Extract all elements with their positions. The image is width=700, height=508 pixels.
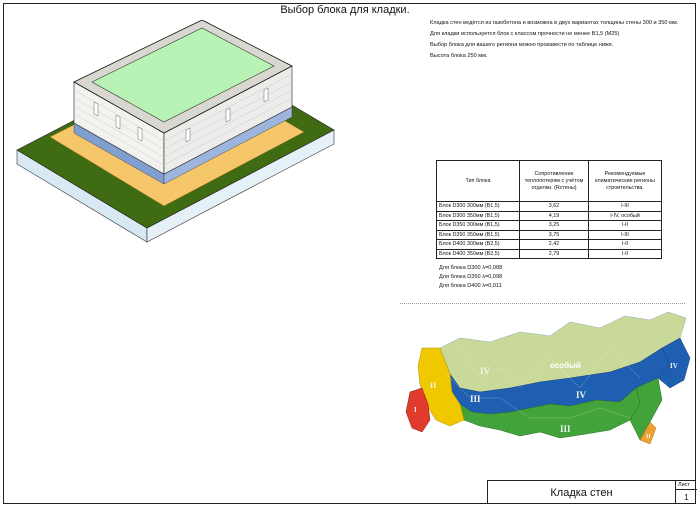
cell-resistance: 3,62 xyxy=(519,201,589,212)
block-selection-table: Тип блока Сопротивление теплопотерям с у… xyxy=(436,160,662,259)
window-opening xyxy=(137,126,143,142)
map-label-3-center: III xyxy=(560,424,571,434)
cell-type: Блок D400 350мм (В2,5) xyxy=(436,248,520,259)
table-row: Блок D350 350мм (В1,5) 3,75 I-III xyxy=(436,229,662,240)
climate-zone-map: особый IV IV IV III III II I II xyxy=(405,311,691,445)
cell-resistance: 3,75 xyxy=(519,229,589,240)
table-header-row: Тип блока Сопротивление теплопотерям с у… xyxy=(436,160,662,202)
note-line: Для кладки используется блок с классом п… xyxy=(430,31,620,37)
page-title: Выбор блока для кладки. xyxy=(280,4,410,16)
map-label-special: особый xyxy=(550,361,581,370)
stamp-sheet-number: 1 xyxy=(676,489,697,504)
cell-type: Блок D350 350мм (В1,5) xyxy=(436,229,520,240)
cell-regions: I-III xyxy=(588,201,662,212)
cell-regions: I-II xyxy=(588,248,662,259)
map-label-2: II xyxy=(430,381,436,390)
stamp-sheet-label: Лист xyxy=(678,482,690,488)
table-row: Блок D350 300мм (В1,5) 3,25 I-II xyxy=(436,220,662,231)
window-opening xyxy=(93,101,99,117)
header-regions: Рекомендуемые климатические регионы стро… xyxy=(588,160,662,202)
lambda-notes: Для блока D300 λ=0,088 Для блока D350 λ=… xyxy=(439,264,502,291)
stamp-sheet-name: Кладка стен xyxy=(488,481,676,504)
cell-type: Блок D300 350мм (В1,5) xyxy=(436,210,520,221)
window-opening xyxy=(185,127,191,143)
lambda-line: Для блока D300 λ=0,088 xyxy=(439,265,503,271)
note-line: Высота блока 250 мм. xyxy=(430,53,488,59)
cell-resistance: 2,79 xyxy=(519,248,589,259)
window-opening xyxy=(225,107,231,123)
note-line: Выбор блока для вашего региона можно про… xyxy=(430,42,614,48)
cell-regions: I-IV, особый xyxy=(588,210,662,221)
map-label-2-east: II xyxy=(646,434,651,440)
map-label-3-west: III xyxy=(470,394,481,404)
notes-block: Кладка стен ведётся из газобетона и возм… xyxy=(430,20,685,64)
cell-type: Блок D350 300мм (В1,5) xyxy=(436,220,520,231)
map-label-4-west: IV xyxy=(480,366,491,376)
cell-regions: I-II xyxy=(588,220,662,231)
window-opening xyxy=(263,87,269,103)
cell-resistance: 3,25 xyxy=(519,220,589,231)
map-label-4-east: IV xyxy=(670,362,678,370)
section-divider xyxy=(400,303,685,304)
header-resistance: Сопротивление теплопотерям с учётом отде… xyxy=(519,160,589,202)
cell-resistance: 4,19 xyxy=(519,210,589,221)
table-row: Блок D300 300мм (В1,5) 3,62 I-III xyxy=(436,201,662,212)
cell-regions: I-III xyxy=(588,229,662,240)
cell-regions: I-II xyxy=(588,239,662,250)
lambda-line: Для блока D400 λ=0,011 xyxy=(439,283,502,289)
table-row: Блок D300 350мм (В1,5) 4,19 I-IV, особый xyxy=(436,210,662,221)
note-line: Кладка стен ведётся из газобетона и возм… xyxy=(430,20,679,26)
house-isometric-drawing xyxy=(16,20,335,243)
title-stamp: Кладка стен Лист 1 xyxy=(487,480,697,504)
map-label-4-center: IV xyxy=(576,390,587,400)
window-opening xyxy=(115,114,121,130)
header-type: Тип блока xyxy=(436,160,520,202)
table-row: Блок D400 300мм (В2,5) 2,42 I-II xyxy=(436,239,662,250)
cell-type: Блок D400 300мм (В2,5) xyxy=(436,239,520,250)
table-row: Блок D400 350мм (В2,5) 2,79 I-II xyxy=(436,248,662,259)
lambda-line: Для блока D350 λ=0,098 xyxy=(439,274,503,280)
cell-type: Блок D300 300мм (В1,5) xyxy=(436,201,520,212)
map-label-1: I xyxy=(414,406,417,414)
cell-resistance: 2,42 xyxy=(519,239,589,250)
